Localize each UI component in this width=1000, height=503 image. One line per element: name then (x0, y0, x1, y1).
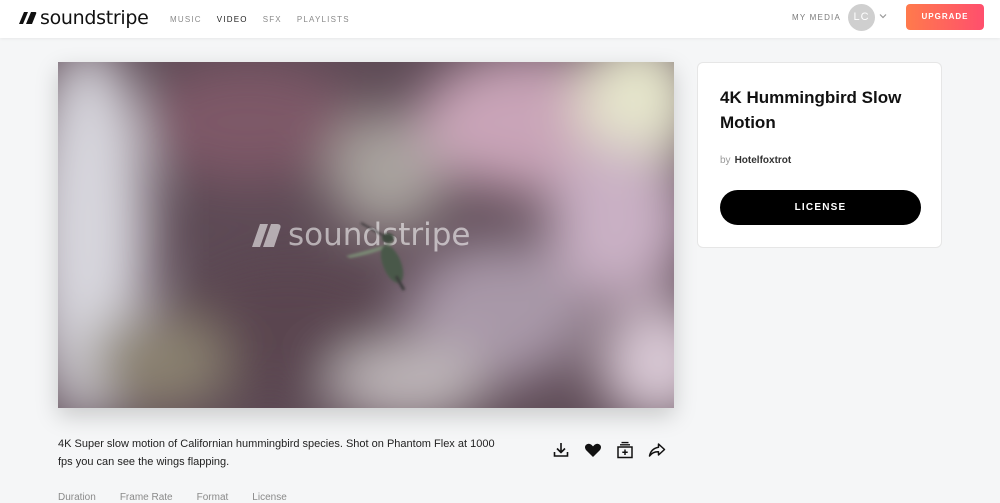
add-to-playlist-icon[interactable] (616, 441, 634, 459)
action-bar (552, 441, 680, 459)
nav-sfx[interactable]: SFX (263, 15, 282, 24)
heart-icon[interactable] (584, 441, 602, 459)
by-label: by (720, 155, 731, 166)
avatar[interactable]: LC (848, 4, 875, 31)
download-icon[interactable] (552, 441, 570, 459)
video-title: 4K Hummingbird Slow Motion (720, 88, 902, 132)
upgrade-button[interactable]: UPGRADE (906, 4, 984, 30)
byline: by Hotelfoxtrot (720, 155, 791, 166)
soundstripe-logo[interactable]: soundstripe (17, 7, 149, 29)
video-meta-labels: Duration Frame Rate Format License (58, 492, 311, 503)
meta-license-label: License (252, 492, 287, 503)
author-link[interactable]: Hotelfoxtrot (735, 155, 792, 166)
meta-format-label: Format (196, 492, 229, 503)
chevron-down-icon[interactable] (879, 12, 887, 20)
my-media-link[interactable]: MY MEDIA (792, 13, 841, 22)
top-navigation-bar: soundstripe MUSIC VIDEO SFX PLAYLISTS MY… (0, 0, 1000, 38)
nav-video[interactable]: VIDEO (217, 15, 248, 24)
video-frame: soundstripe (58, 62, 674, 408)
nav-playlists[interactable]: PLAYLISTS (297, 15, 350, 24)
video-details-card: 4K Hummingbird Slow Motion by Hotelfoxtro… (697, 62, 942, 248)
logo-text: soundstripe (40, 7, 149, 29)
license-button[interactable]: LICENSE (720, 190, 921, 225)
meta-duration-label: Duration (58, 492, 96, 503)
logo-mark-icon (19, 12, 37, 24)
video-player[interactable]: soundstripe (58, 62, 674, 408)
meta-frame-rate-label: Frame Rate (119, 492, 173, 503)
video-description: 4K Super slow motion of Californian humm… (58, 438, 495, 468)
share-icon[interactable] (648, 441, 666, 459)
main-nav: MUSIC VIDEO SFX PLAYLISTS (170, 0, 365, 38)
nav-music[interactable]: MUSIC (170, 15, 202, 24)
